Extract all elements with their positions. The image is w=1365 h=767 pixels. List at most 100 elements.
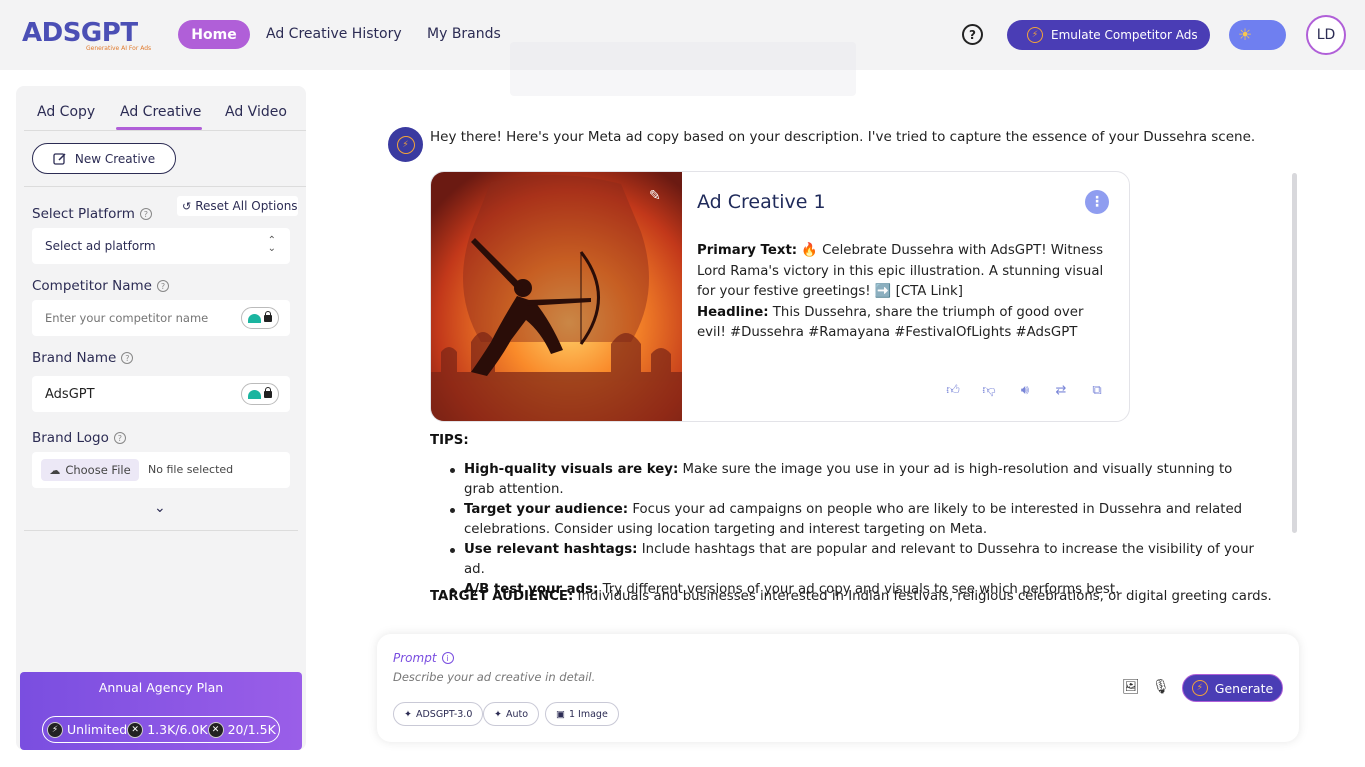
reset-all-options-button[interactable]: ↺ Reset All Options bbox=[177, 196, 298, 216]
brand-logo-upload: ☁ Choose File No file selected bbox=[32, 452, 290, 488]
user-avatar[interactable]: LD bbox=[1306, 15, 1346, 55]
stat-unlimited: ⚡ Unlimited bbox=[47, 721, 128, 738]
prompt-label: Prompt i bbox=[393, 651, 454, 665]
target-audience: TARGET AUDIENCE: Individuals and busines… bbox=[430, 589, 1272, 604]
competitor-name-field[interactable] bbox=[32, 300, 290, 336]
auto-chip[interactable]: ✦ Auto bbox=[483, 702, 540, 726]
no-file-text: No file selected bbox=[148, 463, 234, 476]
brand-logo-label-text: Brand Logo bbox=[32, 430, 109, 446]
bolt-icon: ⚡ bbox=[1191, 680, 1208, 696]
microphone-icon[interactable]: 🎙︎ bbox=[1152, 679, 1170, 695]
nav-home[interactable]: Home bbox=[178, 20, 250, 49]
nav-ad-creative-history[interactable]: Ad Creative History bbox=[266, 26, 402, 42]
model-chip-label: ADSGPT-3.0 bbox=[415, 708, 473, 720]
help-icon[interactable]: ? bbox=[962, 24, 983, 45]
info-icon[interactable]: ? bbox=[121, 352, 134, 364]
stat-unlimited-value: Unlimited bbox=[67, 722, 128, 737]
choose-file-button[interactable]: ☁ Choose File bbox=[41, 459, 139, 481]
brand-name-field[interactable]: AdsGPT bbox=[32, 376, 290, 412]
premium-lock-badge bbox=[241, 383, 279, 405]
chat-scrollbar[interactable] bbox=[1292, 173, 1297, 533]
primary-text-block: Primary Text: 🔥 Celebrate Dussehra with … bbox=[697, 241, 1109, 303]
generate-button[interactable]: ⚡ Generate bbox=[1182, 674, 1283, 702]
emulate-competitor-ads-button[interactable]: ⚡ Emulate Competitor Ads bbox=[1007, 20, 1210, 50]
tab-ad-copy[interactable]: Ad Copy bbox=[37, 104, 95, 120]
ad-creative-title: Ad Creative 1 bbox=[697, 191, 826, 213]
cross-tools-icon: ✕ bbox=[207, 721, 224, 738]
prompt-label-text: Prompt bbox=[393, 651, 437, 665]
new-creative-label: New Creative bbox=[74, 151, 156, 166]
model-chip[interactable]: ✦ ADSGPT-3.0 bbox=[393, 702, 484, 726]
sidebar: Ad Copy Ad Creative Ad Video New Creativ… bbox=[16, 86, 306, 750]
chevron-updown-icon: ⌃ ⌄ bbox=[267, 235, 276, 254]
bolt-icon: ⚡ bbox=[47, 721, 63, 738]
brand-arc-icon bbox=[248, 389, 261, 399]
brand-name-label-text: Brand Name bbox=[32, 350, 117, 366]
edit-pencil-icon[interactable]: ✎ bbox=[649, 188, 661, 204]
brand-arc-icon bbox=[248, 313, 261, 323]
tip-item: High-quality visuals are key: Make sure … bbox=[446, 460, 1256, 500]
tip-title: Use relevant hashtags: bbox=[464, 542, 638, 557]
tips-heading: TIPS: bbox=[430, 433, 469, 448]
stat-credits: ✕ 1.3K/6.0K bbox=[127, 721, 208, 738]
sun-icon: ☀ bbox=[1237, 25, 1253, 44]
reset-icon: ↺ bbox=[182, 199, 192, 213]
copy-icon[interactable]: ⧉ bbox=[1089, 383, 1105, 398]
more-options-icon[interactable]: ⋮ bbox=[1085, 190, 1109, 214]
image-count-label: 1 Image bbox=[568, 708, 608, 720]
stat-videos: ✕ 20/1.5K bbox=[207, 721, 276, 738]
logo-tagline: Generative AI For Ads bbox=[86, 45, 152, 52]
top-bar: ADSGPT Generative AI For Ads Home Ad Cre… bbox=[0, 0, 1365, 96]
chevron-down-icon[interactable]: ⌄ bbox=[154, 500, 166, 516]
edit-icon bbox=[53, 152, 66, 165]
plan-title: Annual Agency Plan bbox=[98, 680, 224, 695]
upload-cloud-icon: ☁ bbox=[49, 463, 61, 477]
brand-logo-label: Brand Logo ? bbox=[32, 430, 126, 446]
stat-credits-value: 1.3K/6.0K bbox=[147, 722, 208, 737]
competitor-name-input[interactable] bbox=[45, 311, 235, 325]
tip-title: Target your audience: bbox=[464, 502, 629, 517]
cross-tools-icon: ✕ bbox=[127, 721, 144, 738]
competitor-label-text: Competitor Name bbox=[32, 278, 152, 294]
adsgpt-logo[interactable]: ADSGPT Generative AI For Ads bbox=[22, 18, 152, 54]
lock-icon bbox=[264, 310, 272, 322]
sparkle-icon: ✦ bbox=[404, 708, 412, 720]
nav-my-brands[interactable]: My Brands bbox=[427, 26, 501, 42]
tip-item: Target your audience: Focus your ad camp… bbox=[446, 500, 1256, 540]
prompt-input[interactable] bbox=[393, 670, 1093, 684]
target-audience-text: Individuals and businesses interested in… bbox=[573, 589, 1272, 604]
thumbs-up-icon[interactable]: 👍︎ bbox=[945, 383, 961, 398]
generate-label: Generate bbox=[1214, 680, 1274, 696]
primary-text-label: Primary Text: bbox=[697, 243, 798, 258]
reset-label: Reset All Options bbox=[195, 199, 298, 213]
tips-list: High-quality visuals are key: Make sure … bbox=[446, 460, 1256, 600]
tab-ad-creative[interactable]: Ad Creative bbox=[120, 104, 201, 120]
info-icon[interactable]: i bbox=[441, 652, 454, 664]
brand-name-value: AdsGPT bbox=[45, 386, 95, 402]
stat-videos-value: 20/1.5K bbox=[227, 722, 276, 737]
info-icon[interactable]: ? bbox=[113, 432, 126, 444]
platform-label: Select Platform ? bbox=[32, 206, 152, 222]
bolt-icon: ⚡ bbox=[1027, 27, 1043, 43]
ad-creative-image[interactable] bbox=[431, 172, 682, 422]
bot-intro-message: Hey there! Here's your Meta ad copy base… bbox=[430, 129, 1256, 145]
speaker-icon[interactable]: 🔊︎ bbox=[1017, 383, 1033, 398]
platform-select[interactable]: Select ad platform ⌃ ⌄ bbox=[32, 228, 290, 264]
regenerate-icon[interactable]: ⇄ bbox=[1053, 383, 1069, 398]
headline-label: Headline: bbox=[697, 304, 769, 320]
new-creative-button[interactable]: New Creative bbox=[32, 143, 176, 174]
tab-ad-video[interactable]: Ad Video bbox=[225, 104, 287, 120]
card-action-bar: 👍︎ 👎︎ 🔊︎ ⇄ ⧉ bbox=[945, 383, 1105, 398]
headline-block: Headline: This Dussehra, share the trium… bbox=[697, 303, 1109, 344]
info-icon[interactable]: ? bbox=[139, 208, 152, 220]
theme-toggle[interactable]: ☀ bbox=[1229, 20, 1286, 50]
thumbs-down-icon[interactable]: 👎︎ bbox=[981, 383, 997, 398]
tab-divider bbox=[24, 130, 306, 131]
section-divider bbox=[24, 530, 298, 531]
tip-title: High-quality visuals are key: bbox=[464, 462, 679, 477]
image-count-chip[interactable]: ▣ 1 Image bbox=[545, 702, 619, 726]
info-icon[interactable]: ? bbox=[156, 280, 169, 292]
image-upload-icon[interactable]: 🖼︎ bbox=[1122, 679, 1140, 695]
plan-card: Annual Agency Plan ⚡ Unlimited ✕ 1.3K/6.… bbox=[20, 672, 302, 750]
toast-placeholder bbox=[510, 42, 856, 96]
